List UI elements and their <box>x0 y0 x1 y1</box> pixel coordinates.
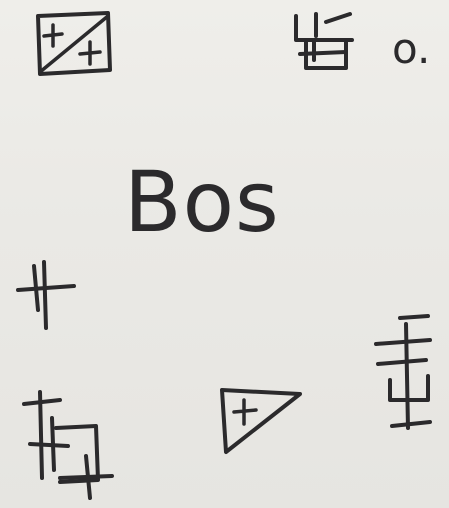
ink-drawings <box>16 11 432 500</box>
handwritten-word: Bos <box>124 153 280 251</box>
crossed-line-symbol <box>16 260 76 330</box>
corner-mark: o. <box>392 24 431 73</box>
square-plus-symbol <box>36 11 112 76</box>
triangle-plus-symbol <box>220 388 302 454</box>
stacked-hooked-symbol <box>374 314 432 430</box>
box-crossed-symbol <box>22 390 114 500</box>
handwritten-sheet: Bos o. <box>0 0 449 508</box>
hooked-cross-symbol <box>294 12 354 70</box>
